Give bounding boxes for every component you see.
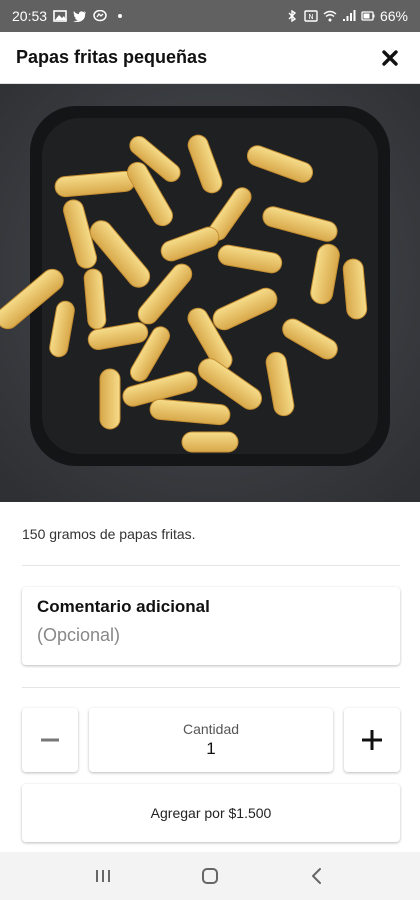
decrement-button[interactable] <box>22 708 78 772</box>
add-to-order-label: Agregar por $1.500 <box>150 805 272 821</box>
product-description: 150 gramos de papas fritas. <box>22 526 196 542</box>
add-to-order-button[interactable]: Agregar por $1.500 <box>22 784 400 842</box>
recent-apps-icon <box>96 870 111 882</box>
fries-photo <box>0 84 420 502</box>
wifi-icon <box>323 10 337 22</box>
modal-header: Papas fritas pequeñas <box>0 32 420 84</box>
comment-card: Comentario adicional <box>22 587 400 665</box>
twitter-icon <box>73 11 87 22</box>
messenger-icon <box>93 10 107 22</box>
status-right: N 66% <box>285 8 408 24</box>
battery-icon <box>361 11 375 21</box>
quantity-value: 1 <box>206 739 216 758</box>
quantity-display: Cantidad 1 <box>89 708 333 772</box>
page-title: Papas fritas pequeñas <box>16 47 208 67</box>
signal-icon <box>342 10 356 21</box>
divider <box>22 565 400 566</box>
comment-input[interactable] <box>37 625 385 646</box>
product-image <box>0 84 420 502</box>
home-button[interactable] <box>190 856 230 896</box>
close-button[interactable] <box>376 44 404 72</box>
system-nav-bar <box>0 852 420 900</box>
home-icon <box>201 868 218 884</box>
increment-button[interactable] <box>344 708 400 772</box>
comment-title: Comentario adicional <box>37 597 210 616</box>
close-icon <box>382 49 398 66</box>
back-icon <box>311 868 321 884</box>
status-left: 20:53 <box>12 8 127 24</box>
recent-apps-button[interactable] <box>83 856 123 896</box>
back-button[interactable] <box>297 856 337 896</box>
status-time: 20:53 <box>12 8 48 24</box>
nfc-icon: N <box>304 10 318 22</box>
status-bar: 20:53 N 66% <box>0 0 420 32</box>
image-icon <box>53 10 67 22</box>
svg-text:N: N <box>308 13 313 21</box>
battery-percent: 66% <box>379 8 408 24</box>
minus-icon <box>41 738 59 742</box>
bluetooth-icon <box>288 10 297 22</box>
dot-icon <box>118 14 123 18</box>
plus-icon <box>362 730 382 750</box>
quantity-label: Cantidad <box>182 721 240 737</box>
divider <box>22 687 400 688</box>
